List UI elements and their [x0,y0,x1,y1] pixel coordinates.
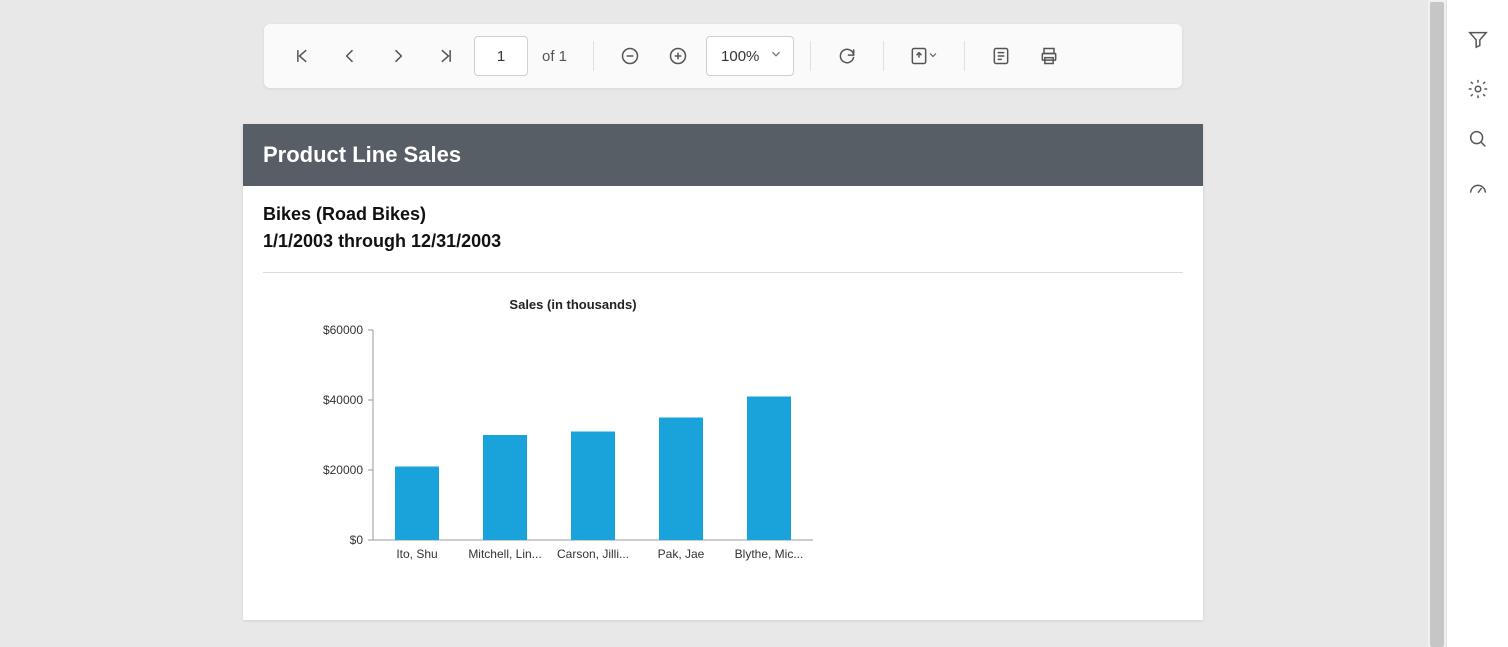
export-button[interactable] [900,36,948,76]
toolbar-separator [883,41,884,71]
gauge-icon[interactable] [1467,178,1489,200]
chevron-down-icon [927,49,939,64]
divider [263,272,1183,273]
refresh-button[interactable] [827,36,867,76]
svg-text:Mitchell, Lin...: Mitchell, Lin... [468,547,541,561]
prev-page-button[interactable] [330,36,370,76]
scroll-thumb[interactable] [1430,2,1444,647]
svg-text:Carson, Jilli...: Carson, Jilli... [557,547,629,561]
report-viewer-main: of 1 100% Product Line Sales [0,0,1446,647]
svg-text:Blythe, Mic...: Blythe, Mic... [735,547,804,561]
filter-icon[interactable] [1467,28,1489,50]
sales-chart: Sales (in thousands) $0 $20000 $40000 $6000… [303,297,843,580]
next-page-button[interactable] [378,36,418,76]
svg-text:$0: $0 [350,533,364,547]
document-map-button[interactable] [981,36,1021,76]
report-subtitle-category: Bikes (Road Bikes) [263,204,1183,225]
chart-title: Sales (in thousands) [303,297,843,312]
last-page-button[interactable] [426,36,466,76]
svg-text:$40000: $40000 [323,393,363,407]
report-body: Bikes (Road Bikes) 1/1/2003 through 12/3… [243,186,1203,620]
report-page: Product Line Sales Bikes (Road Bikes) 1/… [243,124,1203,620]
report-subtitle-daterange: 1/1/2003 through 12/31/2003 [263,231,1183,252]
viewer-toolbar: of 1 100% [264,24,1182,88]
first-page-button[interactable] [282,36,322,76]
toolbar-separator [593,41,594,71]
zoom-select[interactable]: 100% [706,36,794,76]
gear-icon[interactable] [1467,78,1489,100]
svg-text:$60000: $60000 [323,323,363,337]
toolbar-separator [964,41,965,71]
search-icon[interactable] [1467,128,1489,150]
chevron-down-icon [769,47,783,65]
print-button[interactable] [1029,36,1069,76]
zoom-value-label: 100% [721,48,759,65]
svg-text:Ito, Shu: Ito, Shu [396,547,437,561]
svg-text:$20000: $20000 [323,463,363,477]
right-rail [1446,0,1508,647]
toolbar-separator [810,41,811,71]
current-page-input[interactable] [474,36,528,76]
svg-text:Pak, Jae: Pak, Jae [658,547,705,561]
vertical-scrollbar[interactable] [1428,0,1446,647]
zoom-out-button[interactable] [610,36,650,76]
report-title: Product Line Sales [243,124,1203,186]
bar-chart-svg: $0 $20000 $40000 $60000 Ito, Shu Mitchell, Li… [303,320,823,580]
page-count-label: of 1 [536,48,577,65]
zoom-in-button[interactable] [658,36,698,76]
